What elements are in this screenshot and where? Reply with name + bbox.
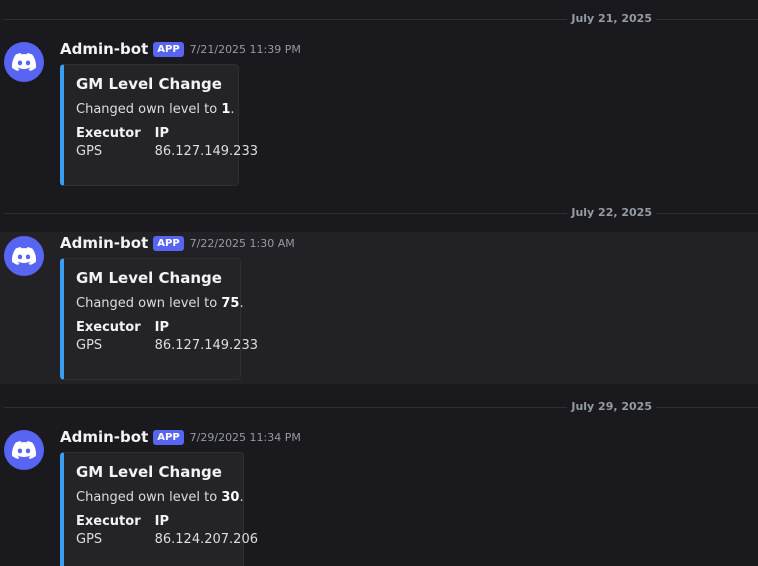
author-name[interactable]: Admin-bot — [60, 40, 148, 58]
message-header: Admin-bot APP 7/21/2025 11:39 PM — [60, 40, 301, 58]
embed-fields: Executor GPS IP 86.127.149.233 — [76, 320, 258, 353]
author-name[interactable]: Admin-bot — [60, 234, 148, 252]
discord-logo-icon[interactable] — [4, 42, 44, 82]
message-timestamp[interactable]: 7/29/2025 11:34 PM — [190, 431, 301, 444]
level-value: 30 — [221, 490, 240, 505]
discord-logo-icon-svg — [12, 53, 36, 71]
description-suffix: . — [239, 490, 244, 505]
author-name[interactable]: Admin-bot — [60, 428, 148, 446]
app-badge: APP — [153, 429, 184, 445]
message-item[interactable]: Admin-bot APP 7/21/2025 11:39 PM GM Leve… — [0, 0, 758, 194]
message-timestamp[interactable]: 7/21/2025 11:39 PM — [190, 43, 301, 56]
app-badge: APP — [153, 41, 184, 57]
description-text: Changed own level to — [76, 296, 222, 311]
embed-fields: Executor GPS IP 86.127.149.233 — [76, 126, 258, 159]
level-value: 75 — [221, 296, 240, 311]
description-suffix: . — [239, 296, 244, 311]
embed-card: GM Level Change Changed own level to 30.… — [60, 452, 258, 566]
field-name: IP — [154, 126, 169, 141]
field-value: 86.127.149.233 — [154, 144, 258, 159]
field-value: GPS — [76, 144, 103, 159]
message-header: Admin-bot APP 7/29/2025 11:34 PM — [60, 428, 301, 446]
field-ip: IP 86.127.149.233 — [155, 320, 258, 353]
field-value: GPS — [76, 338, 103, 353]
discord-logo-icon-svg — [12, 247, 36, 265]
discord-logo-icon[interactable] — [4, 430, 44, 470]
embed-title: GM Level Change — [76, 75, 222, 93]
description-text: Changed own level to — [76, 102, 222, 117]
embed-card: GM Level Change Changed own level to 1. … — [60, 64, 258, 186]
field-ip: IP 86.127.149.233 — [155, 126, 258, 159]
embed-description: Changed own level to 75. — [76, 296, 244, 311]
discord-logo-icon-svg — [12, 441, 36, 459]
message-item[interactable]: Admin-bot APP 7/22/2025 1:30 AM GM Level… — [0, 232, 758, 384]
app-badge: APP — [153, 235, 184, 251]
embed-description: Changed own level to 1. — [76, 102, 235, 117]
embed-description: Changed own level to 30. — [76, 490, 244, 505]
field-name: Executor — [76, 514, 141, 529]
divider-date: July 22, 2025 — [567, 206, 656, 220]
field-name: Executor — [76, 320, 141, 335]
description-suffix: . — [230, 102, 235, 117]
field-value: 86.127.149.233 — [154, 338, 258, 353]
embed-fields: Executor GPS IP 86.124.207.206 — [76, 514, 258, 547]
embed-title: GM Level Change — [76, 269, 222, 287]
field-executor: Executor GPS — [76, 514, 141, 547]
field-name: Executor — [76, 126, 141, 141]
field-executor: Executor GPS — [76, 126, 141, 159]
discord-logo-icon[interactable] — [4, 236, 44, 276]
message-timestamp[interactable]: 7/22/2025 1:30 AM — [190, 237, 295, 250]
field-ip: IP 86.124.207.206 — [155, 514, 258, 547]
field-name: IP — [154, 514, 169, 529]
message-header: Admin-bot APP 7/22/2025 1:30 AM — [60, 234, 295, 252]
field-executor: Executor GPS — [76, 320, 141, 353]
field-value: 86.124.207.206 — [154, 532, 258, 547]
embed-card: GM Level Change Changed own level to 75.… — [60, 258, 258, 380]
field-value: GPS — [76, 532, 103, 547]
field-name: IP — [154, 320, 169, 335]
embed-title: GM Level Change — [76, 463, 222, 481]
message-item[interactable]: Admin-bot APP 7/29/2025 11:34 PM GM Leve… — [0, 388, 758, 566]
description-text: Changed own level to — [76, 490, 222, 505]
message-feed: July 21, 2025 Admin-bot APP 7/21/2025 11… — [0, 0, 758, 566]
date-divider: July 22, 2025 — [4, 206, 758, 220]
